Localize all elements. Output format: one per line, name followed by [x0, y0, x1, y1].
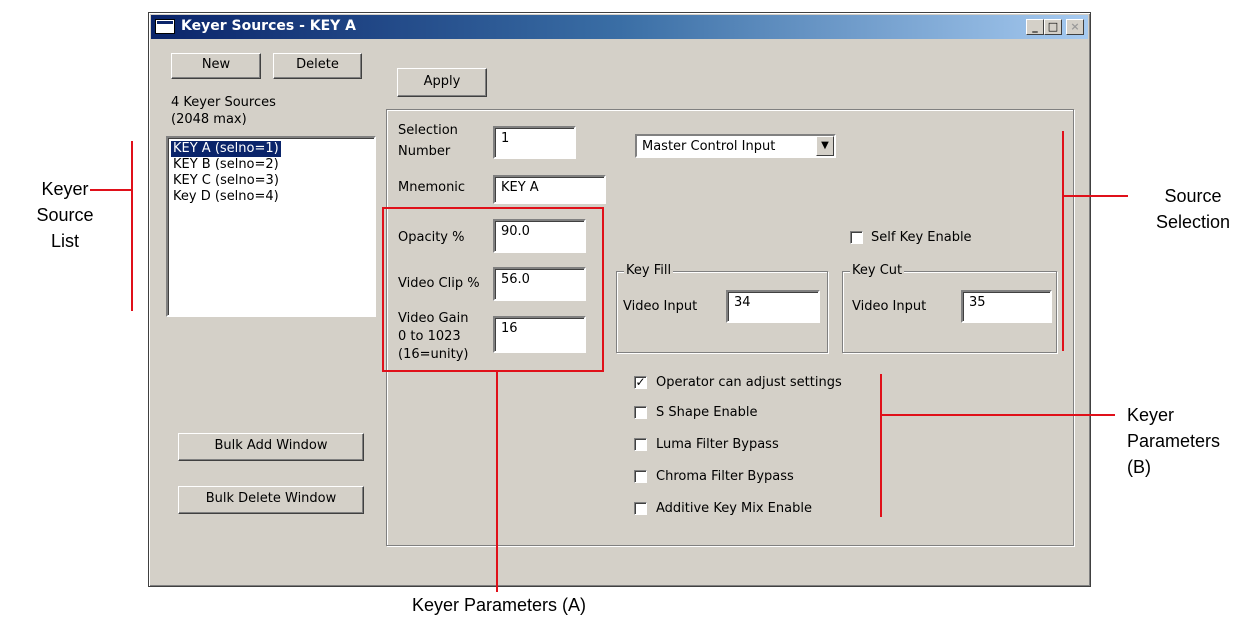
window-title: Keyer Sources - KEY A [181, 18, 357, 34]
chroma-filter-bypass-checkbox[interactable] [634, 470, 647, 483]
operator-adjust-checkbox[interactable]: ✓ [634, 376, 647, 389]
annotation-box-bottom [382, 370, 604, 372]
video-gain-range-label: 0 to 1023 [398, 329, 461, 344]
annotation-line: Parameters [1127, 431, 1221, 451]
annotation-connector [880, 414, 1115, 416]
chevron-down-icon[interactable]: ▼ [816, 136, 834, 156]
key-cut-group-label: Key Cut [850, 263, 905, 278]
key-cut-video-input-field[interactable]: 35 [961, 290, 1052, 323]
apply-button[interactable]: Apply [397, 68, 487, 97]
opacity-label: Opacity % [398, 230, 465, 245]
key-fill-group-label: Key Fill [624, 263, 674, 278]
source-max: (2048 max) [171, 112, 247, 127]
annotation-line: (B) [1127, 457, 1151, 477]
video-clip-field[interactable]: 56.0 [493, 267, 586, 301]
annotation-box-left [382, 207, 384, 372]
operator-adjust-label: Operator can adjust settings [656, 375, 842, 390]
delete-button[interactable]: Delete [273, 53, 362, 79]
annotation-connector [496, 372, 498, 592]
annotation-line: Selection [1155, 212, 1231, 232]
annotation-line: Source [36, 205, 94, 225]
annotation-line: List [50, 231, 79, 251]
s-shape-checkbox[interactable] [634, 406, 647, 419]
title-bar[interactable]: Keyer Sources - KEY A _ □ × [151, 15, 1088, 39]
luma-filter-bypass-label: Luma Filter Bypass [656, 437, 779, 452]
list-item[interactable]: KEY A (selno=1) [170, 140, 282, 158]
new-button[interactable]: New [171, 53, 261, 79]
keyer-source-list[interactable]: KEY A (selno=1) KEY B (selno=2) KEY C (s… [166, 136, 376, 317]
selection-number-field[interactable]: 1 [493, 126, 576, 159]
key-fill-video-input-field[interactable]: 34 [726, 290, 820, 323]
selection-number-label-2: Number [398, 144, 451, 159]
annotation-bracket [1062, 131, 1064, 351]
annotation-box-top [382, 207, 604, 209]
annotation-bracket [880, 374, 882, 517]
source-type-select[interactable]: Master Control Input ▼ [635, 134, 836, 158]
annotation-connector [90, 189, 132, 191]
s-shape-label: S Shape Enable [656, 405, 758, 420]
maximize-button[interactable]: □ [1044, 19, 1062, 35]
video-clip-label: Video Clip % [398, 276, 480, 291]
annotation-keyer-parameters-b: Keyer Parameters (B) [1127, 402, 1237, 480]
annotation-line: Keyer [1127, 405, 1175, 425]
source-count: 4 Keyer Sources [171, 95, 276, 110]
window-icon [155, 19, 175, 34]
additive-key-mix-label: Additive Key Mix Enable [656, 501, 812, 516]
luma-filter-bypass-checkbox[interactable] [634, 438, 647, 451]
list-item[interactable]: Key D (selno=4) [171, 189, 281, 205]
annotation-source-selection: Source Selection [1140, 183, 1246, 235]
video-gain-label: Video Gain [398, 311, 469, 326]
additive-key-mix-checkbox[interactable] [634, 502, 647, 515]
self-key-label: Self Key Enable [871, 230, 972, 245]
annotation-keyer-parameters-a: Keyer Parameters (A) [411, 595, 587, 615]
annotation-line: Source [1164, 186, 1222, 206]
key-fill-input-label: Video Input [623, 299, 698, 314]
source-type-value: Master Control Input [642, 139, 776, 154]
bulk-add-window-button[interactable]: Bulk Add Window [178, 433, 364, 461]
annotation-keyer-source-list: Keyer Source List [30, 176, 100, 254]
mnemonic-field[interactable]: KEY A [493, 175, 606, 204]
bulk-delete-window-button[interactable]: Bulk Delete Window [178, 486, 364, 514]
annotation-connector [1062, 195, 1128, 197]
self-key-checkbox[interactable] [850, 231, 863, 244]
selection-number-label: Selection [398, 123, 458, 138]
chroma-filter-bypass-label: Chroma Filter Bypass [656, 469, 794, 484]
key-cut-input-label: Video Input [852, 299, 927, 314]
minimize-button[interactable]: _ [1026, 19, 1044, 35]
annotation-bracket [131, 141, 133, 311]
close-button[interactable]: × [1066, 19, 1084, 35]
list-item[interactable]: KEY B (selno=2) [171, 157, 281, 173]
mnemonic-label: Mnemonic [398, 180, 466, 195]
video-gain-unity-label: (16=unity) [398, 347, 469, 362]
video-gain-field[interactable]: 16 [493, 316, 586, 353]
annotation-box-right [602, 207, 604, 372]
keyer-sources-window: Keyer Sources - KEY A _ □ × New Delete 4… [148, 12, 1091, 587]
opacity-field[interactable]: 90.0 [493, 219, 586, 253]
list-item[interactable]: KEY C (selno=3) [171, 173, 281, 189]
